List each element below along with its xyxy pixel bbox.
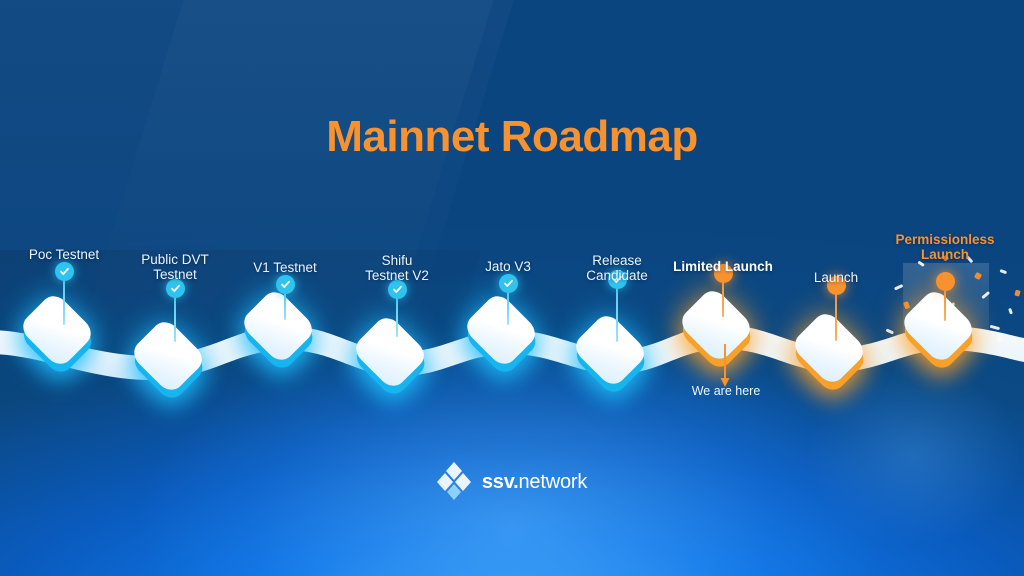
milestone-label: Permissionless Launch (895, 232, 995, 262)
ssv-diamond-logo-icon (436, 462, 471, 500)
we-are-here-arrow (720, 344, 730, 387)
ssv-network-logo: ssv.network (0, 462, 1024, 502)
milestone-diamond (898, 286, 978, 366)
milestone-pin-line (835, 291, 837, 341)
milestone-pin-line (63, 277, 65, 325)
logo-wordmark-regular: network (518, 470, 588, 493)
we-are-here-label: We are here (691, 384, 761, 398)
milestone-diamond (17, 290, 97, 370)
milestone-pin-line (174, 294, 176, 342)
milestone-diamond (789, 308, 869, 388)
logo-wordmark-bold: ssv. (481, 470, 519, 493)
milestone-pin-line (396, 295, 398, 337)
milestone-label: Shifu Testnet V2 (365, 253, 429, 283)
logo-wordmark: ssv.network (482, 471, 587, 494)
milestone-label: Jato V3 (485, 259, 531, 274)
milestone-label: Launch (813, 270, 859, 285)
milestone-pin-line (616, 285, 618, 342)
check-icon[interactable] (498, 274, 518, 293)
milestone-diamond (350, 312, 430, 392)
milestone-pin-line (944, 287, 946, 321)
milestone-label: Public DVT Testnet (141, 252, 209, 282)
milestone-diamond (128, 316, 208, 396)
roadmap-infographic: Mainnet Roadmap Poc Testnet Public DVT T… (0, 0, 1024, 576)
milestone-diamond (461, 290, 541, 370)
milestone-diamond (570, 310, 650, 390)
milestone-diamond (238, 286, 318, 366)
check-icon[interactable] (54, 262, 74, 281)
dot-icon[interactable] (935, 272, 955, 291)
milestone-label: V1 Testnet (253, 260, 317, 275)
milestone-pin-line (722, 279, 724, 317)
check-icon[interactable] (275, 275, 295, 294)
milestone-label: Poc Testnet (28, 247, 100, 262)
milestone-diamond (676, 285, 756, 365)
milestone-pin-line (284, 290, 286, 320)
milestone-pin-line (507, 289, 509, 325)
milestone-label: Limited Launch (673, 259, 773, 274)
